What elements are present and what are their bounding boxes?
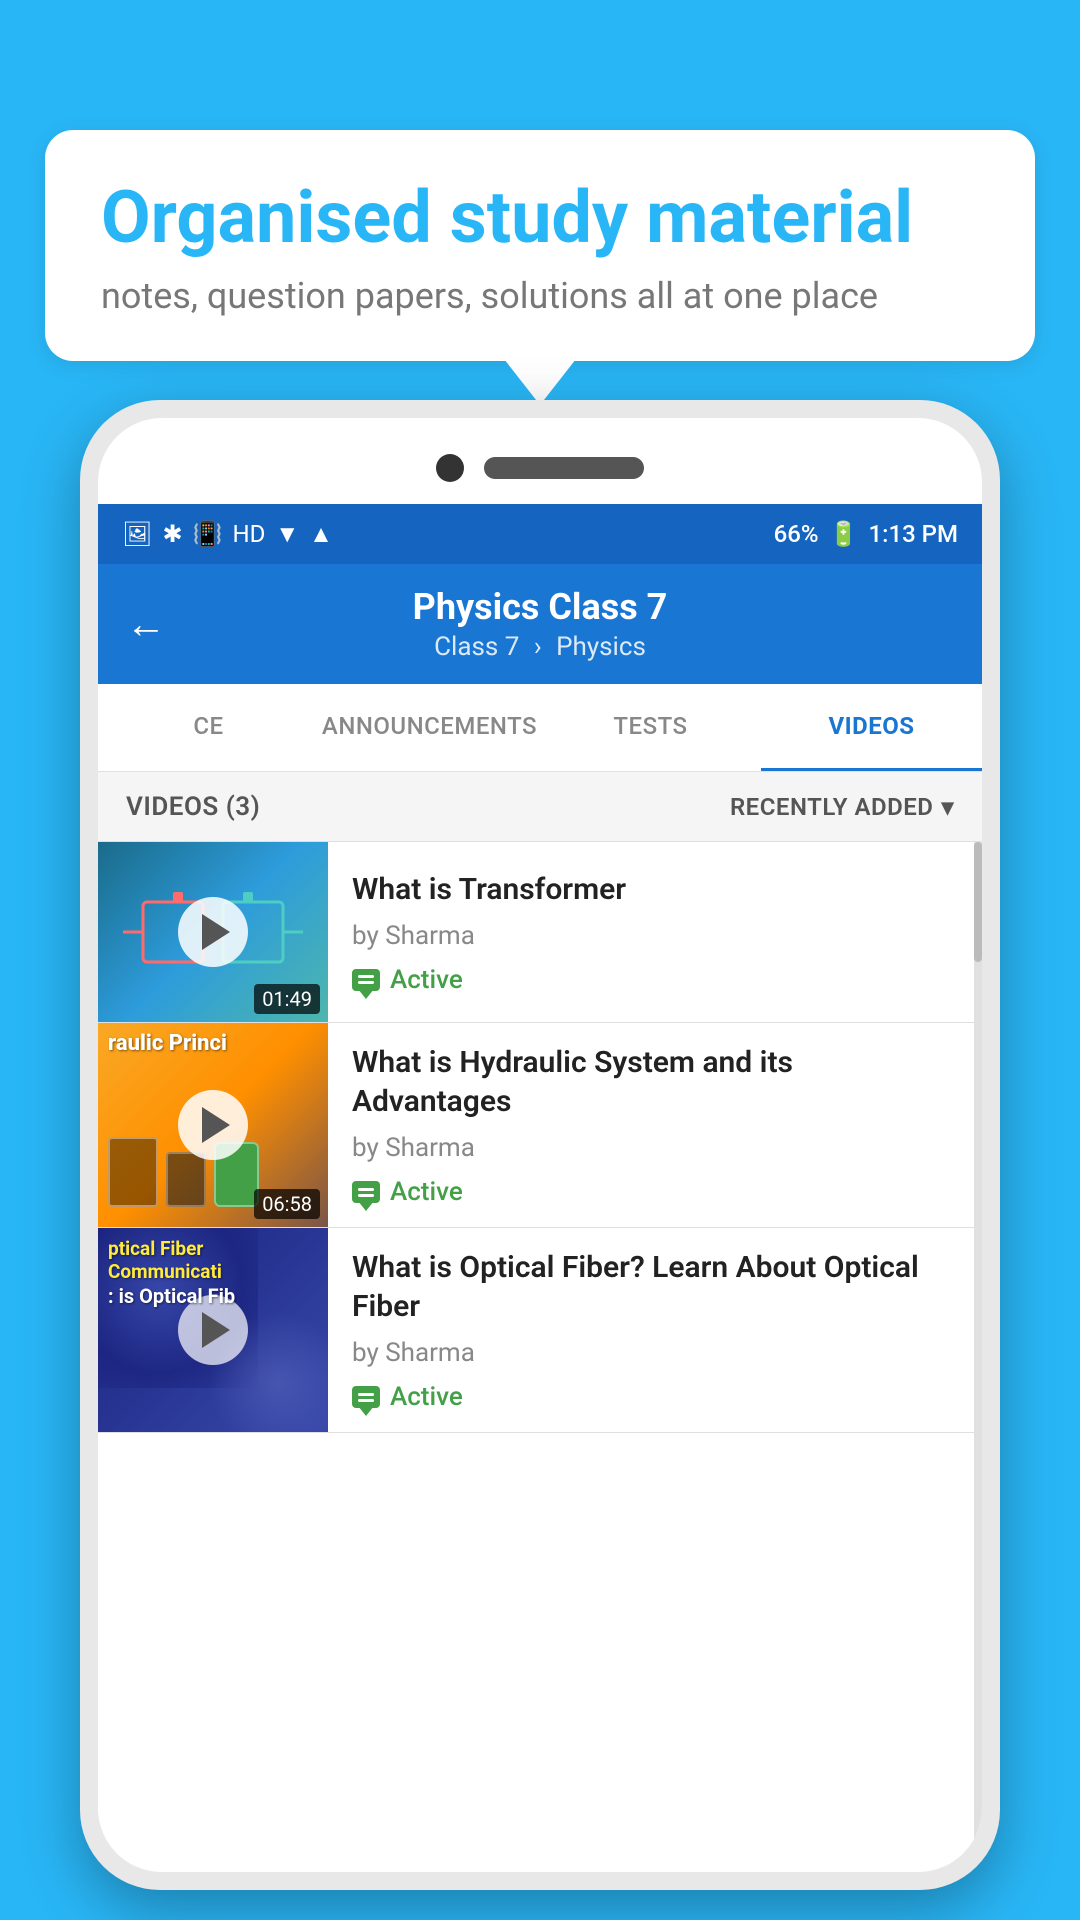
chat-line xyxy=(358,981,374,984)
clock: 1:13 PM xyxy=(868,520,958,548)
signal-icon: ▲ xyxy=(309,520,333,549)
chat-lines xyxy=(358,975,374,984)
video-info-3: What is Optical Fiber? Learn About Optic… xyxy=(328,1228,982,1432)
play-triangle-icon xyxy=(202,914,230,950)
chat-line xyxy=(358,1393,374,1396)
photo-icon: 🖼 xyxy=(122,520,152,548)
vibrate-icon: 📳 xyxy=(193,520,223,548)
thumb-text-2: raulic Princi xyxy=(108,1031,318,1057)
active-badge-2: Active xyxy=(352,1177,958,1207)
active-text-3: Active xyxy=(390,1382,463,1412)
video-title-2: What is Hydraulic System and its Advanta… xyxy=(352,1043,958,1121)
thumb-text-3: ptical Fiber Communicati : is Optical Fi… xyxy=(108,1238,318,1308)
breadcrumb-subject: Physics xyxy=(556,632,646,662)
video-author-3: by Sharma xyxy=(352,1338,958,1368)
phone-screen: 🖼 ✱ 📳 HD ▼ ▲ 66% 🔋 1:13 PM ← Physics Cla… xyxy=(98,504,982,1872)
duration-badge-2: 06:58 xyxy=(254,1189,320,1219)
video-info-2: What is Hydraulic System and its Advanta… xyxy=(328,1023,982,1227)
active-badge-1: Active xyxy=(352,965,958,995)
play-triangle-icon xyxy=(202,1312,230,1348)
bubble-subtitle: notes, question papers, solutions all at… xyxy=(101,275,979,317)
tab-ce[interactable]: CE xyxy=(98,684,319,771)
wifi-icon: ▼ xyxy=(275,520,299,549)
phone-frame: 🖼 ✱ 📳 HD ▼ ▲ 66% 🔋 1:13 PM ← Physics Cla… xyxy=(80,400,1000,1890)
chat-icon-1 xyxy=(352,969,380,991)
tab-announcements[interactable]: ANNOUNCEMENTS xyxy=(319,684,540,771)
sort-button[interactable]: RECENTLY ADDED ▾ xyxy=(730,793,954,821)
active-text-2: Active xyxy=(390,1177,463,1207)
video-author-2: by Sharma xyxy=(352,1133,958,1163)
video-title-3: What is Optical Fiber? Learn About Optic… xyxy=(352,1248,958,1326)
status-left: 🖼 ✱ 📳 HD ▼ ▲ xyxy=(122,520,333,549)
chat-lines xyxy=(358,1188,374,1197)
sort-label: RECENTLY ADDED xyxy=(730,793,934,821)
bluetooth-icon: ✱ xyxy=(162,520,182,548)
chat-icon-2 xyxy=(352,1181,380,1203)
chat-line xyxy=(358,1188,374,1191)
video-info-1: What is Transformer by Sharma Active xyxy=(328,842,982,1022)
duration-badge-1: 01:49 xyxy=(254,984,320,1014)
breadcrumb-separator: › xyxy=(534,632,542,662)
video-item[interactable]: ptical Fiber Communicati : is Optical Fi… xyxy=(98,1228,982,1433)
bubble-title: Organised study material xyxy=(101,178,979,257)
app-bar-breadcrumb: Class 7 › Physics xyxy=(434,632,646,662)
tab-tests[interactable]: TESTS xyxy=(540,684,761,771)
app-bar-title: Physics Class 7 xyxy=(413,586,668,628)
battery-pct: 66% xyxy=(774,520,819,548)
phone-inner: 🖼 ✱ 📳 HD ▼ ▲ 66% 🔋 1:13 PM ← Physics Cla… xyxy=(98,418,982,1872)
active-text-1: Active xyxy=(390,965,463,995)
tab-bar: CE ANNOUNCEMENTS TESTS VIDEOS xyxy=(98,684,982,772)
video-item[interactable]: 01:49 What is Transformer by Sharma xyxy=(98,842,982,1023)
chat-icon-3 xyxy=(352,1386,380,1408)
app-bar: ← Physics Class 7 Class 7 › Physics xyxy=(98,564,982,684)
status-bar: 🖼 ✱ 📳 HD ▼ ▲ 66% 🔋 1:13 PM xyxy=(98,504,982,564)
breadcrumb-class: Class 7 xyxy=(434,632,519,662)
play-button-1[interactable] xyxy=(178,897,248,967)
chat-lines xyxy=(358,1393,374,1402)
video-author-1: by Sharma xyxy=(352,921,958,951)
tab-videos[interactable]: VIDEOS xyxy=(761,684,982,771)
chat-line xyxy=(358,1399,374,1402)
active-badge-3: Active xyxy=(352,1382,958,1412)
camera-dot xyxy=(436,454,464,482)
phone-camera-area xyxy=(98,418,982,518)
scrollbar[interactable] xyxy=(974,842,982,1872)
back-button[interactable]: ← xyxy=(126,601,166,648)
speech-bubble: Organised study material notes, question… xyxy=(45,130,1035,361)
videos-count: VIDEOS (3) xyxy=(126,792,260,822)
chevron-down-icon: ▾ xyxy=(941,793,954,821)
chat-line xyxy=(358,1194,374,1197)
scrollbar-thumb xyxy=(974,842,982,962)
status-right: 66% 🔋 1:13 PM xyxy=(774,520,958,548)
speaker-bar xyxy=(484,457,644,479)
hd-badge: HD xyxy=(232,520,265,548)
video-list: 01:49 What is Transformer by Sharma xyxy=(98,842,982,1433)
battery-icon: 🔋 xyxy=(829,520,859,548)
video-thumbnail-1: 01:49 xyxy=(98,842,328,1022)
video-thumbnail-3: ptical Fiber Communicati : is Optical Fi… xyxy=(98,1228,328,1432)
video-title-1: What is Transformer xyxy=(352,870,958,909)
videos-header: VIDEOS (3) RECENTLY ADDED ▾ xyxy=(98,772,982,842)
video-thumbnail-2: raulic Princi 06:58 xyxy=(98,1023,328,1227)
play-triangle-icon xyxy=(202,1107,230,1143)
play-button-2[interactable] xyxy=(178,1090,248,1160)
video-item[interactable]: raulic Princi 06:58 What is Hydraulic Sy… xyxy=(98,1023,982,1228)
chat-line xyxy=(358,975,374,978)
